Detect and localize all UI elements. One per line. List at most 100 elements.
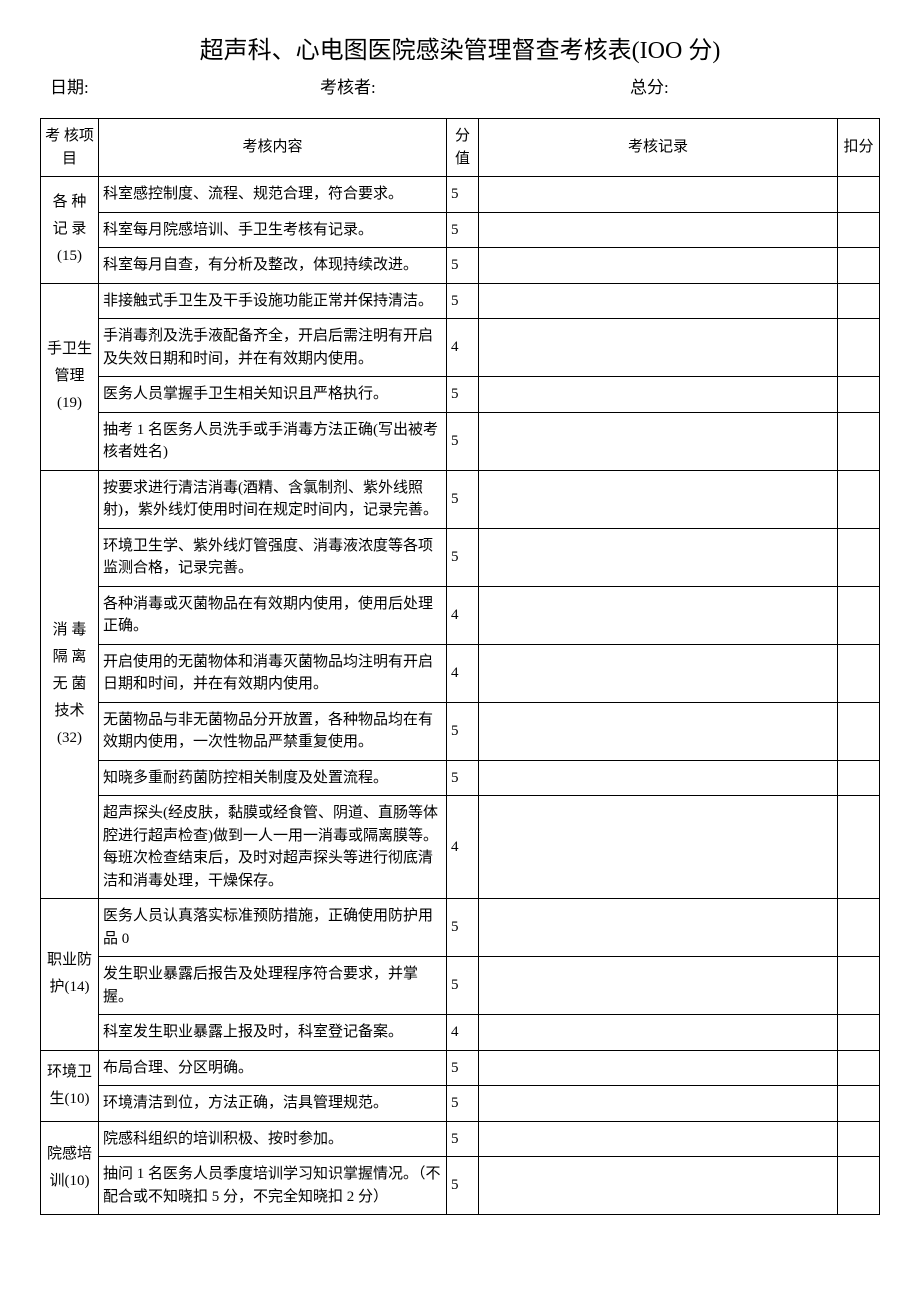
header-score: 分值 — [447, 119, 479, 177]
header-record: 考核记录 — [479, 119, 838, 177]
deduct-cell — [838, 1050, 880, 1086]
table-row: 手消毒剂及洗手液配备齐全，开启后需注明有开启及失效日期和时间，并在有效期内使用。… — [41, 319, 880, 377]
record-cell — [479, 586, 838, 644]
meta-total: 总分: — [630, 73, 870, 98]
content-cell: 非接触式手卫生及干手设施功能正常并保持清洁。 — [99, 283, 447, 319]
score-cell: 5 — [447, 899, 479, 957]
record-cell — [479, 470, 838, 528]
content-cell: 环境清洁到位，方法正确，洁具管理规范。 — [99, 1086, 447, 1122]
record-cell — [479, 177, 838, 213]
table-row: 科室发生职业暴露上报及时，科室登记备案。4 — [41, 1015, 880, 1051]
record-cell — [479, 528, 838, 586]
score-cell: 5 — [447, 248, 479, 284]
deduct-cell — [838, 319, 880, 377]
category-cell: 职业防护(14) — [41, 899, 99, 1051]
score-cell: 5 — [447, 957, 479, 1015]
score-cell: 5 — [447, 212, 479, 248]
deduct-cell — [838, 177, 880, 213]
deduct-cell — [838, 377, 880, 413]
table-row: 各 种记 录(15)科室感控制度、流程、规范合理，符合要求。5 — [41, 177, 880, 213]
record-cell — [479, 899, 838, 957]
deduct-cell — [838, 1086, 880, 1122]
table-row: 开启使用的无菌物体和消毒灭菌物品均注明有开启日期和时间，并在有效期内使用。4 — [41, 644, 880, 702]
content-cell: 按要求进行清洁消毒(酒精、含氯制剂、紫外线照射)，紫外线灯使用时间在规定时间内，… — [99, 470, 447, 528]
header-category: 考 核项目 — [41, 119, 99, 177]
content-cell: 超声探头(经皮肤，黏膜或经食管、阴道、直肠等体腔进行超声检查)做到一人一用一消毒… — [99, 796, 447, 899]
meta-date: 日期: — [50, 73, 320, 98]
content-cell: 布局合理、分区明确。 — [99, 1050, 447, 1086]
table-row: 职业防护(14)医务人员认真落实标准预防措施，正确使用防护用品 05 — [41, 899, 880, 957]
score-cell: 5 — [447, 760, 479, 796]
score-cell: 4 — [447, 586, 479, 644]
content-cell: 科室发生职业暴露上报及时，科室登记备案。 — [99, 1015, 447, 1051]
score-cell: 5 — [447, 283, 479, 319]
score-cell: 5 — [447, 1086, 479, 1122]
category-cell: 环境卫生(10) — [41, 1050, 99, 1121]
score-cell: 5 — [447, 1121, 479, 1157]
category-cell: 院感培训(10) — [41, 1121, 99, 1215]
table-row: 抽考 1 名医务人员洗手或手消毒方法正确(写出被考核者姓名)5 — [41, 412, 880, 470]
table-row: 抽问 1 名医务人员季度培训学习知识掌握情况。（不配合或不知晓扣 5 分，不完全… — [41, 1157, 880, 1215]
table-row: 知晓多重耐药菌防控相关制度及处置流程。5 — [41, 760, 880, 796]
record-cell — [479, 377, 838, 413]
content-cell: 抽考 1 名医务人员洗手或手消毒方法正确(写出被考核者姓名) — [99, 412, 447, 470]
record-cell — [479, 1015, 838, 1051]
content-cell: 无菌物品与非无菌物品分开放置，各种物品均在有效期内使用，一次性物品严禁重复使用。 — [99, 702, 447, 760]
deduct-cell — [838, 644, 880, 702]
page-title: 超声科、心电图医院感染管理督查考核表(IOO 分) — [40, 30, 880, 65]
category-cell: 各 种记 录(15) — [41, 177, 99, 284]
header-deduct: 扣分 — [838, 119, 880, 177]
score-cell: 4 — [447, 796, 479, 899]
score-cell: 5 — [447, 412, 479, 470]
score-cell: 4 — [447, 1015, 479, 1051]
content-cell: 科室每月自查，有分析及整改，体现持续改进。 — [99, 248, 447, 284]
content-cell: 医务人员掌握手卫生相关知识且严格执行。 — [99, 377, 447, 413]
record-cell — [479, 319, 838, 377]
deduct-cell — [838, 470, 880, 528]
score-cell: 5 — [447, 470, 479, 528]
record-cell — [479, 412, 838, 470]
record-cell — [479, 283, 838, 319]
table-row: 院感培训(10)院感科组织的培训积极、按时参加。5 — [41, 1121, 880, 1157]
table-header-row: 考 核项目 考核内容 分值 考核记录 扣分 — [41, 119, 880, 177]
table-row: 发生职业暴露后报告及处理程序符合要求，并掌握。5 — [41, 957, 880, 1015]
content-cell: 各种消毒或灭菌物品在有效期内使用，使用后处理正确。 — [99, 586, 447, 644]
deduct-cell — [838, 957, 880, 1015]
score-cell: 5 — [447, 1157, 479, 1215]
header-content: 考核内容 — [99, 119, 447, 177]
content-cell: 抽问 1 名医务人员季度培训学习知识掌握情况。（不配合或不知晓扣 5 分，不完全… — [99, 1157, 447, 1215]
assessment-table: 考 核项目 考核内容 分值 考核记录 扣分 各 种记 录(15)科室感控制度、流… — [40, 118, 880, 1215]
record-cell — [479, 212, 838, 248]
deduct-cell — [838, 1121, 880, 1157]
deduct-cell — [838, 528, 880, 586]
score-cell: 5 — [447, 177, 479, 213]
record-cell — [479, 957, 838, 1015]
table-row: 科室每月自查，有分析及整改，体现持续改进。5 — [41, 248, 880, 284]
table-row: 科室每月院感培训、手卫生考核有记录。5 — [41, 212, 880, 248]
content-cell: 发生职业暴露后报告及处理程序符合要求，并掌握。 — [99, 957, 447, 1015]
content-cell: 知晓多重耐药菌防控相关制度及处置流程。 — [99, 760, 447, 796]
record-cell — [479, 796, 838, 899]
table-row: 超声探头(经皮肤，黏膜或经食管、阴道、直肠等体腔进行超声检查)做到一人一用一消毒… — [41, 796, 880, 899]
meta-row: 日期: 考核者: 总分: — [40, 73, 880, 98]
score-cell: 4 — [447, 319, 479, 377]
table-row: 环境清洁到位，方法正确，洁具管理规范。5 — [41, 1086, 880, 1122]
table-row: 各种消毒或灭菌物品在有效期内使用，使用后处理正确。4 — [41, 586, 880, 644]
table-row: 环境卫生(10)布局合理、分区明确。5 — [41, 1050, 880, 1086]
deduct-cell — [838, 760, 880, 796]
record-cell — [479, 1050, 838, 1086]
content-cell: 科室每月院感培训、手卫生考核有记录。 — [99, 212, 447, 248]
record-cell — [479, 1157, 838, 1215]
score-cell: 5 — [447, 377, 479, 413]
content-cell: 院感科组织的培训积极、按时参加。 — [99, 1121, 447, 1157]
record-cell — [479, 248, 838, 284]
content-cell: 科室感控制度、流程、规范合理，符合要求。 — [99, 177, 447, 213]
score-cell: 5 — [447, 702, 479, 760]
table-row: 环境卫生学、紫外线灯管强度、消毒液浓度等各项监测合格，记录完善。5 — [41, 528, 880, 586]
record-cell — [479, 760, 838, 796]
table-row: 医务人员掌握手卫生相关知识且严格执行。5 — [41, 377, 880, 413]
content-cell: 环境卫生学、紫外线灯管强度、消毒液浓度等各项监测合格，记录完善。 — [99, 528, 447, 586]
deduct-cell — [838, 899, 880, 957]
table-row: 无菌物品与非无菌物品分开放置，各种物品均在有效期内使用，一次性物品严禁重复使用。… — [41, 702, 880, 760]
category-cell: 手卫生管理(19) — [41, 283, 99, 470]
